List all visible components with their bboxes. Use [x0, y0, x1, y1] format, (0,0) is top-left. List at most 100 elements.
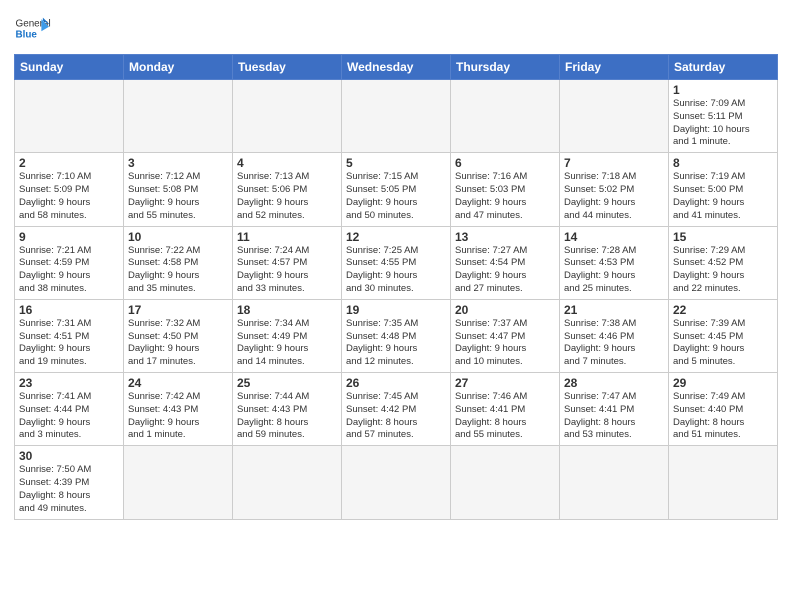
calendar-cell: 28Sunrise: 7:47 AM Sunset: 4:41 PM Dayli…: [560, 373, 669, 446]
day-info: Sunrise: 7:21 AM Sunset: 4:59 PM Dayligh…: [19, 245, 119, 296]
day-number: 30: [19, 449, 119, 463]
weekday-header-monday: Monday: [124, 55, 233, 80]
calendar-week-row: 2Sunrise: 7:10 AM Sunset: 5:09 PM Daylig…: [15, 153, 778, 226]
weekday-header-saturday: Saturday: [669, 55, 778, 80]
day-info: Sunrise: 7:41 AM Sunset: 4:44 PM Dayligh…: [19, 391, 119, 442]
day-number: 26: [346, 376, 446, 390]
calendar-cell: [342, 80, 451, 153]
day-number: 5: [346, 156, 446, 170]
calendar-cell: 20Sunrise: 7:37 AM Sunset: 4:47 PM Dayli…: [451, 299, 560, 372]
day-info: Sunrise: 7:37 AM Sunset: 4:47 PM Dayligh…: [455, 318, 555, 369]
calendar-cell: [124, 446, 233, 519]
calendar-cell: 12Sunrise: 7:25 AM Sunset: 4:55 PM Dayli…: [342, 226, 451, 299]
calendar-cell: [451, 80, 560, 153]
day-number: 1: [673, 83, 773, 97]
day-number: 4: [237, 156, 337, 170]
day-number: 12: [346, 230, 446, 244]
day-info: Sunrise: 7:18 AM Sunset: 5:02 PM Dayligh…: [564, 171, 664, 222]
calendar-cell: 22Sunrise: 7:39 AM Sunset: 4:45 PM Dayli…: [669, 299, 778, 372]
svg-text:Blue: Blue: [16, 29, 38, 40]
calendar-week-row: 1Sunrise: 7:09 AM Sunset: 5:11 PM Daylig…: [15, 80, 778, 153]
calendar-cell: 3Sunrise: 7:12 AM Sunset: 5:08 PM Daylig…: [124, 153, 233, 226]
day-number: 14: [564, 230, 664, 244]
calendar-week-row: 9Sunrise: 7:21 AM Sunset: 4:59 PM Daylig…: [15, 226, 778, 299]
calendar-cell: 14Sunrise: 7:28 AM Sunset: 4:53 PM Dayli…: [560, 226, 669, 299]
day-number: 17: [128, 303, 228, 317]
day-info: Sunrise: 7:32 AM Sunset: 4:50 PM Dayligh…: [128, 318, 228, 369]
day-number: 15: [673, 230, 773, 244]
calendar-cell: [669, 446, 778, 519]
day-info: Sunrise: 7:19 AM Sunset: 5:00 PM Dayligh…: [673, 171, 773, 222]
day-info: Sunrise: 7:34 AM Sunset: 4:49 PM Dayligh…: [237, 318, 337, 369]
page: General Blue SundayMondayTuesdayWednesda…: [0, 0, 792, 612]
day-number: 13: [455, 230, 555, 244]
day-info: Sunrise: 7:24 AM Sunset: 4:57 PM Dayligh…: [237, 245, 337, 296]
calendar-cell: 19Sunrise: 7:35 AM Sunset: 4:48 PM Dayli…: [342, 299, 451, 372]
calendar-cell: 5Sunrise: 7:15 AM Sunset: 5:05 PM Daylig…: [342, 153, 451, 226]
calendar-header: SundayMondayTuesdayWednesdayThursdayFrid…: [15, 55, 778, 80]
day-number: 9: [19, 230, 119, 244]
day-info: Sunrise: 7:29 AM Sunset: 4:52 PM Dayligh…: [673, 245, 773, 296]
day-number: 28: [564, 376, 664, 390]
weekday-header-wednesday: Wednesday: [342, 55, 451, 80]
day-number: 25: [237, 376, 337, 390]
generalblue-logo-icon: General Blue: [14, 10, 52, 48]
day-info: Sunrise: 7:35 AM Sunset: 4:48 PM Dayligh…: [346, 318, 446, 369]
calendar-cell: 9Sunrise: 7:21 AM Sunset: 4:59 PM Daylig…: [15, 226, 124, 299]
day-number: 16: [19, 303, 119, 317]
day-number: 10: [128, 230, 228, 244]
weekday-header-thursday: Thursday: [451, 55, 560, 80]
day-info: Sunrise: 7:46 AM Sunset: 4:41 PM Dayligh…: [455, 391, 555, 442]
calendar-cell: 16Sunrise: 7:31 AM Sunset: 4:51 PM Dayli…: [15, 299, 124, 372]
day-number: 7: [564, 156, 664, 170]
calendar-cell: 29Sunrise: 7:49 AM Sunset: 4:40 PM Dayli…: [669, 373, 778, 446]
day-info: Sunrise: 7:38 AM Sunset: 4:46 PM Dayligh…: [564, 318, 664, 369]
calendar-cell: [342, 446, 451, 519]
weekday-header-sunday: Sunday: [15, 55, 124, 80]
day-number: 6: [455, 156, 555, 170]
calendar-cell: [451, 446, 560, 519]
calendar-cell: 2Sunrise: 7:10 AM Sunset: 5:09 PM Daylig…: [15, 153, 124, 226]
weekday-header-friday: Friday: [560, 55, 669, 80]
calendar-cell: 27Sunrise: 7:46 AM Sunset: 4:41 PM Dayli…: [451, 373, 560, 446]
calendar-cell: 7Sunrise: 7:18 AM Sunset: 5:02 PM Daylig…: [560, 153, 669, 226]
day-info: Sunrise: 7:10 AM Sunset: 5:09 PM Dayligh…: [19, 171, 119, 222]
calendar-cell: 4Sunrise: 7:13 AM Sunset: 5:06 PM Daylig…: [233, 153, 342, 226]
day-info: Sunrise: 7:39 AM Sunset: 4:45 PM Dayligh…: [673, 318, 773, 369]
calendar-cell: [233, 80, 342, 153]
day-number: 8: [673, 156, 773, 170]
day-info: Sunrise: 7:09 AM Sunset: 5:11 PM Dayligh…: [673, 98, 773, 149]
calendar-cell: [124, 80, 233, 153]
day-number: 27: [455, 376, 555, 390]
weekday-header-tuesday: Tuesday: [233, 55, 342, 80]
calendar-cell: 24Sunrise: 7:42 AM Sunset: 4:43 PM Dayli…: [124, 373, 233, 446]
day-info: Sunrise: 7:31 AM Sunset: 4:51 PM Dayligh…: [19, 318, 119, 369]
day-info: Sunrise: 7:22 AM Sunset: 4:58 PM Dayligh…: [128, 245, 228, 296]
calendar-body: 1Sunrise: 7:09 AM Sunset: 5:11 PM Daylig…: [15, 80, 778, 520]
calendar-cell: 11Sunrise: 7:24 AM Sunset: 4:57 PM Dayli…: [233, 226, 342, 299]
day-info: Sunrise: 7:49 AM Sunset: 4:40 PM Dayligh…: [673, 391, 773, 442]
day-info: Sunrise: 7:44 AM Sunset: 4:43 PM Dayligh…: [237, 391, 337, 442]
calendar-cell: 30Sunrise: 7:50 AM Sunset: 4:39 PM Dayli…: [15, 446, 124, 519]
day-info: Sunrise: 7:50 AM Sunset: 4:39 PM Dayligh…: [19, 464, 119, 515]
calendar-cell: 26Sunrise: 7:45 AM Sunset: 4:42 PM Dayli…: [342, 373, 451, 446]
day-number: 2: [19, 156, 119, 170]
day-info: Sunrise: 7:42 AM Sunset: 4:43 PM Dayligh…: [128, 391, 228, 442]
day-info: Sunrise: 7:28 AM Sunset: 4:53 PM Dayligh…: [564, 245, 664, 296]
calendar-week-row: 30Sunrise: 7:50 AM Sunset: 4:39 PM Dayli…: [15, 446, 778, 519]
logo: General Blue: [14, 10, 52, 48]
calendar-cell: 25Sunrise: 7:44 AM Sunset: 4:43 PM Dayli…: [233, 373, 342, 446]
day-info: Sunrise: 7:15 AM Sunset: 5:05 PM Dayligh…: [346, 171, 446, 222]
day-number: 29: [673, 376, 773, 390]
day-info: Sunrise: 7:16 AM Sunset: 5:03 PM Dayligh…: [455, 171, 555, 222]
calendar-cell: 1Sunrise: 7:09 AM Sunset: 5:11 PM Daylig…: [669, 80, 778, 153]
day-info: Sunrise: 7:13 AM Sunset: 5:06 PM Dayligh…: [237, 171, 337, 222]
day-number: 3: [128, 156, 228, 170]
calendar-cell: 18Sunrise: 7:34 AM Sunset: 4:49 PM Dayli…: [233, 299, 342, 372]
calendar-cell: [15, 80, 124, 153]
calendar-week-row: 23Sunrise: 7:41 AM Sunset: 4:44 PM Dayli…: [15, 373, 778, 446]
day-number: 22: [673, 303, 773, 317]
calendar-cell: 8Sunrise: 7:19 AM Sunset: 5:00 PM Daylig…: [669, 153, 778, 226]
calendar-table: SundayMondayTuesdayWednesdayThursdayFrid…: [14, 54, 778, 520]
day-number: 11: [237, 230, 337, 244]
